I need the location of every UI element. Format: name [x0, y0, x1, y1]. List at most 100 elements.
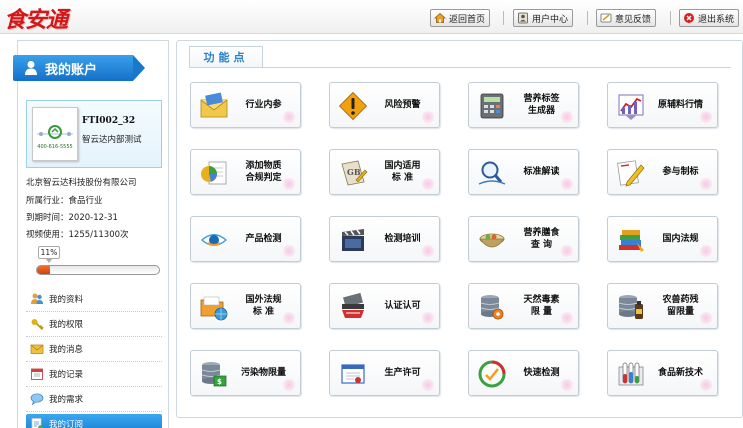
tile-decoration — [282, 245, 296, 257]
tile-decoration — [282, 312, 296, 324]
tile-food-new-technology[interactable]: 食品新技术 — [607, 350, 718, 396]
test-tube-icon — [618, 362, 644, 386]
account-card: 400-616-5555 FTI002_32 智云达内部测试 — [26, 100, 162, 168]
database-money-icon: $ — [201, 362, 227, 387]
database-gear-icon — [480, 295, 504, 320]
key-icon — [31, 319, 44, 331]
user-icon — [25, 61, 37, 75]
menu-item-label: 我的订阅 — [49, 419, 84, 428]
header-separator — [670, 11, 671, 25]
menu-item-label: 我的需求 — [49, 395, 84, 405]
pie-chart-icon — [201, 161, 227, 185]
license-icon — [341, 364, 365, 384]
tile-decoration — [699, 245, 713, 257]
svg-text:$: $ — [217, 378, 222, 386]
quick-test-icon — [478, 360, 506, 388]
header-separator — [587, 11, 588, 25]
home-button-label: 返回首页 — [449, 14, 486, 25]
exit-button[interactable]: 退出系统 — [679, 9, 740, 27]
home-icon — [434, 12, 446, 23]
menu-item-label: 我的资料 — [49, 295, 84, 305]
feedback-button[interactable]: 意见反馈 — [596, 9, 657, 27]
tile-foreign-regulations[interactable]: 国外法规 标 准 — [190, 283, 301, 329]
clapper-icon — [342, 229, 364, 251]
feedback-button-label: 意见反馈 — [615, 14, 652, 25]
features-panel: 功能点 行业内参 风险预警 营养标签 生成器 原辅料行情 添加物质 合规判定 G… — [176, 40, 743, 418]
menu-item-permissions[interactable]: 我的权限 — [26, 312, 162, 337]
account-title: 我的账户 — [45, 62, 98, 78]
tile-contaminant-limits[interactable]: $ 污染物限量 — [190, 350, 301, 396]
magnifier-icon — [478, 161, 506, 185]
top-header: 食安通 返回首页 用户中心 意见反馈 退出系统 — [0, 0, 743, 34]
gb-standard-icon: GB — [341, 160, 368, 186]
tile-additive-compliance[interactable]: 添加物质 合规判定 — [190, 149, 301, 195]
account-sidebar: 我的账户 400-616-5555 FTI002_32 智云达内部测试 北京智云… — [13, 40, 169, 428]
svg-text:GB: GB — [347, 167, 361, 177]
account-title-banner: 我的账户 — [13, 55, 145, 81]
menu-item-label: 我的权限 — [49, 320, 84, 330]
tile-nutrition-label-generator[interactable]: 营养标签 生成器 — [468, 82, 579, 128]
menu-item-messages[interactable]: 我的消息 — [26, 337, 162, 362]
user-center-button-label: 用户中心 — [532, 14, 569, 25]
usage-percent-label: 11% — [38, 246, 60, 263]
tile-raw-material-market[interactable]: 原辅料行情 — [607, 82, 718, 128]
trend-chart-icon — [618, 94, 644, 120]
header-separator — [503, 11, 504, 25]
tile-product-testing[interactable]: 产品检测 — [190, 216, 301, 262]
tile-pesticide-residue-limits[interactable]: 农兽药残 留限量 — [607, 283, 718, 329]
warning-icon — [338, 91, 368, 121]
tile-decoration — [421, 312, 435, 324]
company-name: 北京智云达科技股份有限公司 — [26, 178, 137, 188]
tile-risk-warning[interactable]: 风险预警 — [329, 82, 440, 128]
tile-decoration — [282, 379, 296, 391]
tile-domestic-regulations[interactable]: 国内法规 — [607, 216, 718, 262]
tile-production-license[interactable]: 生产许可 — [329, 350, 440, 396]
tile-decoration — [560, 312, 574, 324]
tile-certification[interactable]: 认证认可 — [329, 283, 440, 329]
food-bowl-icon — [479, 233, 505, 248]
usage-progress-fill — [37, 266, 51, 274]
tile-standard-interpretation[interactable]: 标准解读 — [468, 149, 579, 195]
tile-quick-testing[interactable]: 快速检测 — [468, 350, 579, 396]
expiry-info: 到期时间：2020-12-31 — [26, 213, 118, 223]
tile-natural-toxin-limits[interactable]: 天然毒素 限 量 — [468, 283, 579, 329]
menu-item-subscriptions[interactable]: 我的订阅 — [26, 414, 162, 428]
video-usage-info: 视频使用：1255/11300次 — [26, 230, 129, 240]
tile-decoration — [560, 111, 574, 123]
tab-divider — [189, 67, 731, 68]
calculator-icon — [480, 93, 504, 119]
tile-decoration — [421, 111, 435, 123]
envelope-icon — [200, 92, 228, 118]
tile-decoration — [699, 312, 713, 324]
menu-item-label: 我的记录 — [49, 370, 84, 380]
tile-participate-standard-setting[interactable]: 参与制标 — [607, 149, 718, 195]
menu-item-profile[interactable]: 我的资料 — [26, 287, 162, 312]
features-tab[interactable]: 功能点 — [189, 46, 263, 68]
menu-item-records[interactable]: 我的记录 — [26, 362, 162, 387]
tile-testing-training[interactable]: 检测培训 — [329, 216, 440, 262]
folder-globe-icon — [200, 296, 228, 321]
account-name: 智云达内部测试 — [82, 135, 142, 145]
tile-decoration — [699, 379, 713, 391]
tile-decoration — [699, 178, 713, 190]
tile-decoration — [560, 379, 574, 391]
database-bottle-icon — [618, 295, 643, 319]
tile-decoration — [421, 178, 435, 190]
industry-info: 所属行业：食品行业 — [26, 196, 103, 206]
company-logo-phone: 400-616-5555 — [37, 144, 73, 150]
app-logo[interactable]: 食安通 — [4, 2, 68, 34]
profile-icon — [31, 293, 43, 304]
tile-industry-reference[interactable]: 行业内参 — [190, 82, 301, 128]
tile-decoration — [282, 111, 296, 123]
tile-domestic-standards[interactable]: GB 国内适用 标 准 — [329, 149, 440, 195]
tile-decoration — [560, 245, 574, 257]
menu-item-requirements[interactable]: 我的需求 — [26, 387, 162, 412]
usage-progress-bar — [36, 265, 160, 275]
tile-nutrition-diet-query[interactable]: 营养膳食 查 询 — [468, 216, 579, 262]
tile-decoration — [699, 111, 713, 123]
exit-icon — [684, 13, 694, 23]
user-center-icon — [518, 12, 528, 24]
mail-icon — [30, 344, 44, 354]
home-button[interactable]: 返回首页 — [430, 9, 491, 27]
user-center-button[interactable]: 用户中心 — [513, 9, 574, 27]
